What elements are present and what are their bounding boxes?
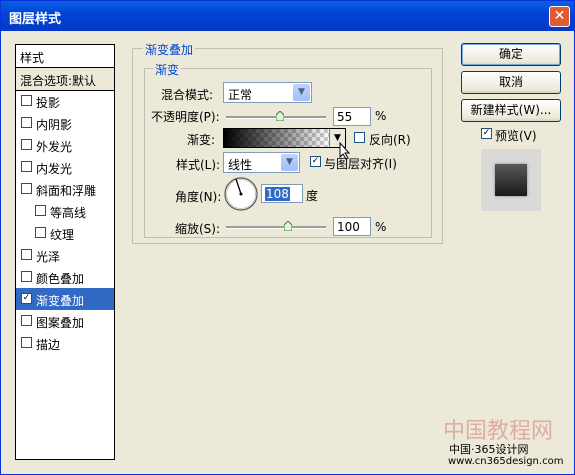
style-item-bevel-emboss[interactable]: 斜面和浮雕	[16, 178, 114, 200]
style-preview	[481, 149, 541, 211]
checkbox[interactable]	[21, 183, 32, 194]
style-value: 线性	[228, 158, 253, 172]
style-item-stroke[interactable]: 描边	[16, 332, 114, 354]
ok-button[interactable]: 确定	[461, 43, 561, 66]
checkbox[interactable]	[21, 271, 32, 282]
style-item-label: 内阴影	[36, 118, 73, 132]
opacity-label: 不透明度(P):	[151, 110, 220, 124]
scale-slider-track[interactable]	[226, 226, 326, 229]
scale-unit: %	[375, 220, 387, 234]
style-item-label: 投影	[36, 96, 61, 110]
chevron-down-icon: ▼	[281, 154, 298, 171]
title-bar[interactable]: 图层样式 ✕	[1, 1, 574, 31]
checkbox[interactable]	[21, 161, 32, 172]
angle-value: 108	[265, 187, 290, 201]
checkbox[interactable]	[21, 117, 32, 128]
scale-input[interactable]: 100	[333, 217, 371, 236]
style-item-satin[interactable]: 光泽	[16, 244, 114, 266]
align-with-layer-label: 与图层对齐(I)	[324, 157, 397, 171]
scale-value: 100	[337, 220, 360, 234]
gradient-preview[interactable]	[224, 129, 330, 147]
scale-slider-thumb[interactable]	[284, 221, 292, 231]
style-item-drop-shadow[interactable]: 投影	[16, 90, 114, 112]
opacity-value: 55	[337, 110, 353, 124]
window-title: 图层样式	[9, 12, 62, 27]
style-item-inner-glow[interactable]: 内发光	[16, 156, 114, 178]
angle-dial[interactable]	[223, 176, 259, 212]
style-item-label: 光泽	[36, 250, 61, 264]
style-item-label: 纹理	[50, 228, 75, 242]
checkbox[interactable]	[35, 227, 46, 238]
checkbox[interactable]	[21, 95, 32, 106]
style-item-pattern-overlay[interactable]: 图案叠加	[16, 310, 114, 332]
style-item-label: 等高线	[50, 206, 87, 220]
layer-style-dialog: 图层样式 ✕ 样式 混合选项:默认 投影 内阴影 外发光 内发光 斜面和浮雕 等…	[0, 0, 575, 475]
close-button[interactable]: ✕	[549, 6, 570, 27]
style-item-gradient-overlay[interactable]: ✓ 渐变叠加	[16, 288, 114, 310]
chevron-down-icon: ▼	[293, 84, 310, 101]
opacity-input[interactable]: 55	[333, 107, 371, 126]
style-select[interactable]: 线性 ▼	[223, 152, 300, 173]
style-item-label: 图案叠加	[36, 316, 85, 330]
preview-swatch	[495, 164, 527, 196]
scale-label: 缩放(S):	[175, 222, 221, 236]
reverse-checkbox[interactable]	[354, 132, 365, 143]
gradient-picker[interactable]: ▼	[223, 128, 346, 148]
gradient-overlay-title: 渐变叠加	[143, 41, 196, 58]
style-item-texture[interactable]: 纹理	[16, 222, 114, 244]
checkbox[interactable]	[21, 337, 32, 348]
checkbox[interactable]	[21, 249, 32, 260]
blend-options-label: 混合选项:默认	[20, 74, 97, 88]
angle-unit: 度	[306, 189, 319, 203]
blend-mode-value: 正常	[228, 88, 253, 102]
gradient-subgroup-title: 渐变	[153, 61, 182, 78]
checkbox[interactable]	[21, 139, 32, 150]
angle-label: 角度(N):	[175, 190, 222, 204]
close-icon: ✕	[553, 8, 566, 24]
style-item-label: 颜色叠加	[36, 272, 85, 286]
style-item-contour[interactable]: 等高线	[16, 200, 114, 222]
opacity-slider-thumb[interactable]	[276, 111, 284, 121]
style-item-color-overlay[interactable]: 颜色叠加	[16, 266, 114, 288]
checkbox[interactable]	[21, 315, 32, 326]
watermark-site-name: 中国·365设计网	[449, 443, 529, 456]
style-item-outer-glow[interactable]: 外发光	[16, 134, 114, 156]
preview-label: 预览(V)	[495, 129, 537, 143]
checkbox-checked[interactable]: ✓	[21, 293, 32, 304]
style-item-label: 斜面和浮雕	[36, 184, 97, 198]
style-item-label: 内发光	[36, 162, 73, 176]
blend-mode-label: 混合模式:	[161, 88, 214, 102]
checkbox[interactable]	[35, 205, 46, 216]
style-item-label: 描边	[36, 338, 61, 352]
gradient-label: 渐变:	[187, 133, 216, 147]
cancel-button[interactable]: 取消	[461, 71, 561, 94]
new-style-button[interactable]: 新建样式(W)...	[461, 99, 561, 122]
opacity-unit: %	[375, 109, 387, 123]
reverse-label: 反向(R)	[369, 133, 411, 147]
blend-options-item[interactable]: 混合选项:默认	[16, 68, 114, 91]
styles-header-label: 样式	[20, 51, 45, 65]
styles-header[interactable]: 样式	[16, 45, 114, 68]
blend-mode-select[interactable]: 正常 ▼	[223, 82, 312, 103]
angle-input[interactable]: 108	[261, 184, 303, 203]
preview-checkbox[interactable]: ✓	[481, 128, 492, 139]
style-label: 样式(L):	[176, 158, 221, 172]
style-item-label: 外发光	[36, 140, 73, 154]
watermark-url: www.cn365design.com	[448, 456, 564, 467]
styles-list: 样式 混合选项:默认 投影 内阴影 外发光 内发光 斜面和浮雕 等高线 纹理 光…	[15, 44, 115, 460]
style-item-label: 渐变叠加	[36, 294, 85, 308]
align-with-layer-checkbox[interactable]: ✓	[310, 156, 321, 167]
style-item-inner-shadow[interactable]: 内阴影	[16, 112, 114, 134]
